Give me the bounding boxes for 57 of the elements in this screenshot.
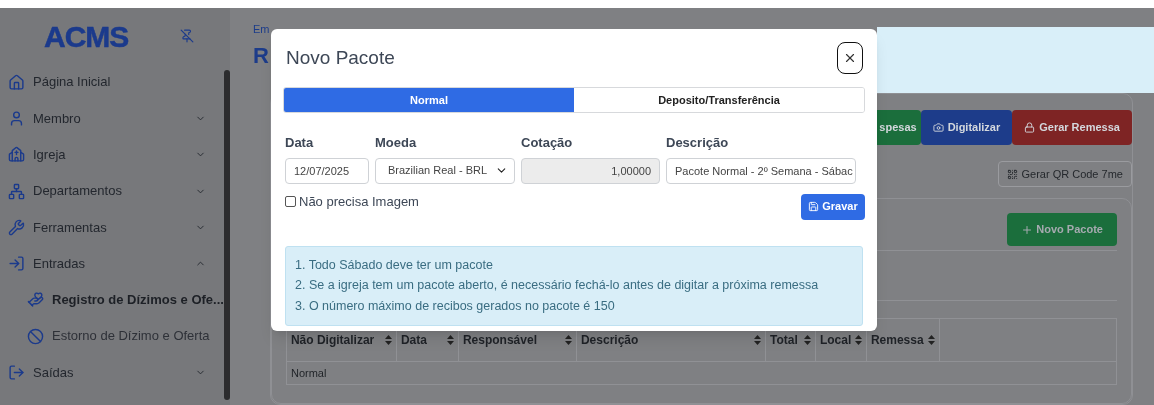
- sidebar-item[interactable]: Membro: [0, 100, 224, 137]
- breadcrumb-link[interactable]: Em: [252, 24, 270, 35]
- field-label: Moeda: [375, 134, 418, 152]
- sort-icon[interactable]: [753, 335, 761, 345]
- page-title: R: [252, 45, 269, 67]
- submenu-item[interactable]: Registro de Dízimos e Ofe...: [0, 281, 224, 319]
- field-label: Cotação: [521, 134, 574, 152]
- note-text: 2. Se a igreja tem um pacote aberto, é necessário fechá-lo antes de digitar a próxima remessa: [295, 277, 820, 295]
- action-button[interactable]: Gerar Remessa: [1012, 110, 1132, 145]
- sidebar-item[interactable]: Igreja: [0, 136, 224, 173]
- sort-icon[interactable]: [564, 335, 572, 345]
- prohibited-icon: [27, 327, 44, 345]
- camera-icon: [932, 122, 944, 133]
- user-icon: [8, 109, 25, 127]
- action-button[interactable]: Digitalizar: [920, 110, 1013, 145]
- sidebar-item[interactable]: Departamentos: [0, 172, 224, 210]
- home-icon: [8, 73, 25, 91]
- submenu-item[interactable]: Estorno de Dízimo e Oferta: [0, 318, 224, 355]
- church-icon: [8, 146, 25, 164]
- pin-icon[interactable]: [179, 29, 194, 43]
- close-button[interactable]: [837, 42, 863, 74]
- plus-icon: [1021, 223, 1034, 236]
- sort-icon[interactable]: [446, 335, 454, 345]
- sort-icon[interactable]: [854, 335, 862, 345]
- sidebar-item[interactable]: Saídas: [0, 354, 224, 391]
- input-field[interactable]: 12/07/2025: [285, 157, 369, 184]
- qr-code-icon: [1007, 168, 1019, 180]
- modal-title: Novo Pacote: [286, 45, 395, 70]
- wrench-icon: [8, 218, 25, 236]
- close-icon: [843, 51, 857, 65]
- network-icon: [8, 182, 25, 200]
- sidebar-item[interactable]: Entradas: [0, 245, 224, 282]
- field-label: Data: [285, 134, 315, 152]
- save-button[interactable]: Gravar: [801, 193, 865, 220]
- sort-icon[interactable]: [803, 335, 811, 345]
- hand-heart-icon: [27, 291, 44, 309]
- lock-icon: [1024, 122, 1036, 133]
- checkbox-label: Não precisa Imagem: [299, 192, 419, 211]
- sidebar-item[interactable]: Ferramentas: [0, 209, 224, 246]
- logo: ACMS: [44, 18, 129, 55]
- note-text: 3. O número máximo de recibos gerados no pacote é 150: [295, 298, 616, 315]
- sort-icon[interactable]: [384, 335, 392, 345]
- qr-code-button[interactable]: Gerar QR Code 7me: [998, 161, 1132, 187]
- table-group-row-text: Normal: [289, 365, 328, 381]
- sign-out-icon: [8, 364, 25, 381]
- field-label: Descrição: [666, 134, 730, 152]
- sign-in-icon: [8, 255, 25, 273]
- new-package-button[interactable]: Novo Pacote: [1007, 213, 1117, 246]
- scrollbar[interactable]: [223, 8, 230, 405]
- sidebar-item[interactable]: Página Inicial: [0, 64, 224, 101]
- currency-select[interactable]: Brazilian Real - BRL: [375, 157, 515, 184]
- tab[interactable]: Normal: [284, 88, 574, 112]
- input-field[interactable]: Pacote Normal - 2º Semana - Sábac: [666, 157, 856, 184]
- note-text: 1. Todo Sábado deve ter um pacote: [295, 256, 494, 274]
- checkbox[interactable]: [285, 195, 296, 207]
- sort-icon[interactable]: [927, 335, 935, 345]
- save-icon: [808, 201, 820, 212]
